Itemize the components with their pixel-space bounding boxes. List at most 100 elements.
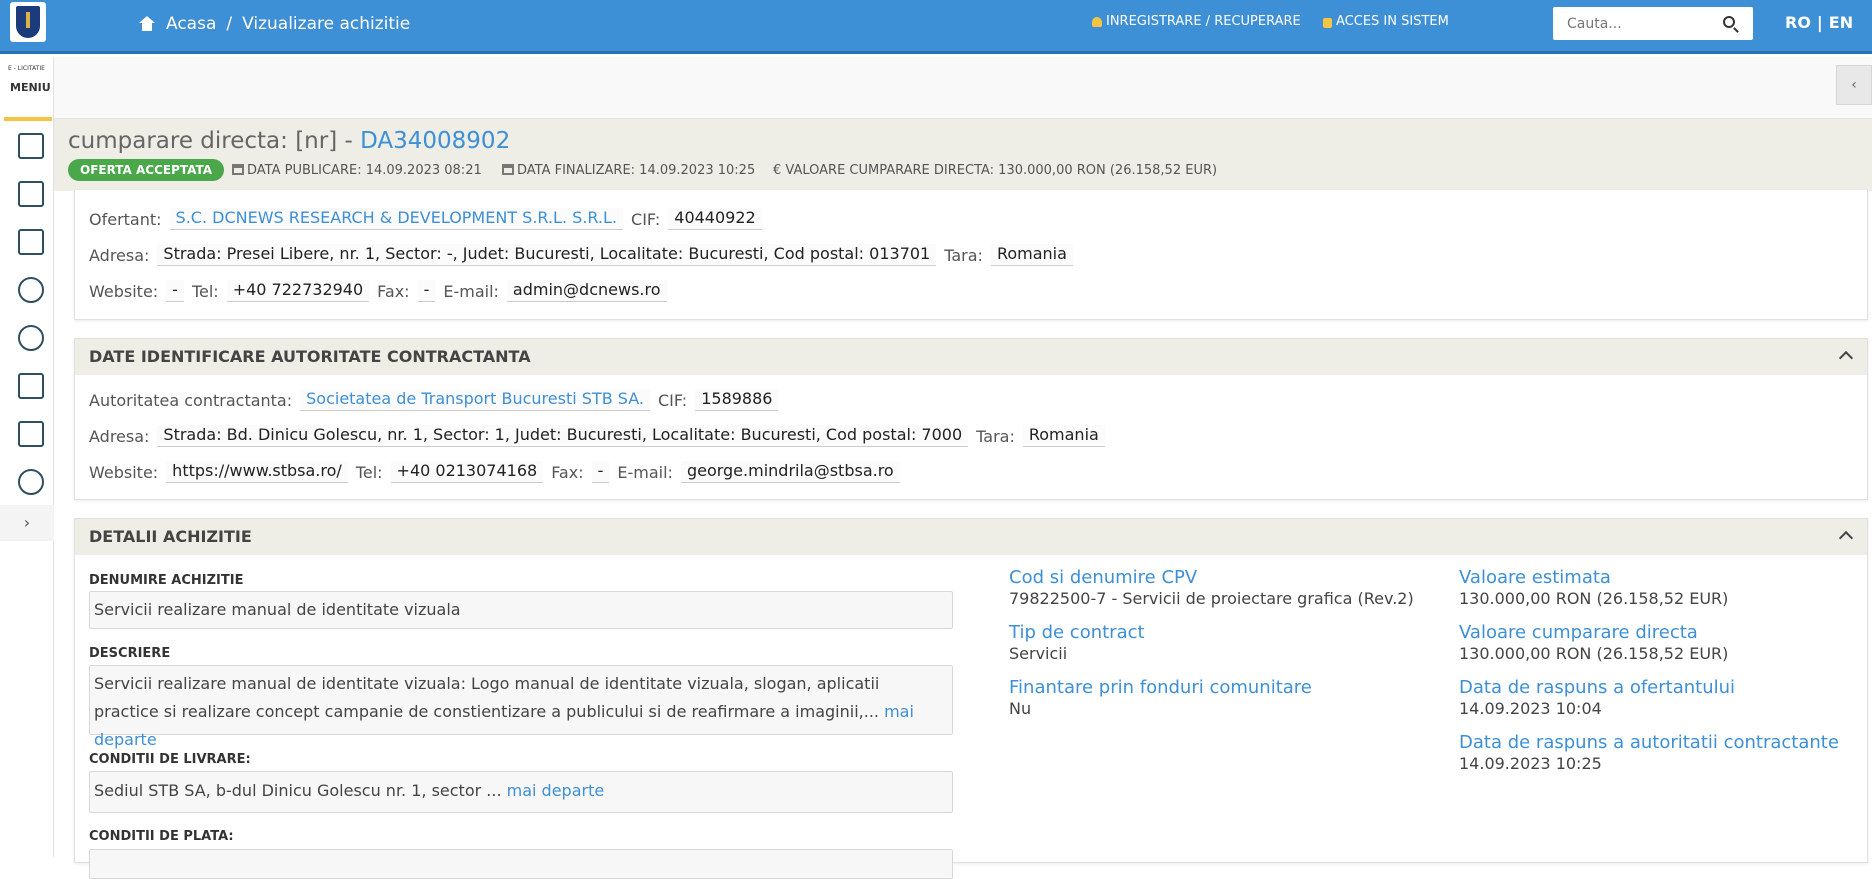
sidebar-brand: E - LICITATIE	[8, 65, 45, 72]
bidder-address: Strada: Presei Libere, nr. 1, Sector: -,…	[157, 244, 937, 266]
authority-panel: DATE IDENTIFICARE AUTORITATE CONTRACTANT…	[74, 338, 1868, 500]
contract-type-value: Servicii	[1009, 644, 1068, 663]
bidder-reply-value: 14.09.2023 10:04	[1459, 699, 1602, 718]
chat-icon[interactable]	[18, 469, 44, 495]
sidebar-expand-button[interactable]: ›	[0, 505, 54, 541]
breadcrumb-home[interactable]: Acasa	[166, 14, 216, 34]
eu-funds-value: Nu	[1009, 699, 1032, 718]
login-link-label[interactable]: ACCES IN SISTEM	[1336, 14, 1449, 29]
toolbar-strip: ‹	[54, 57, 1872, 119]
bidder-address-label: Adresa:	[89, 245, 150, 265]
authority-address: Strada: Bd. Dinicu Golescu, nr. 1, Secto…	[157, 425, 969, 447]
delivery-label: CONDITII DE LIVRARE:	[89, 752, 251, 767]
authority-name-link[interactable]: Societatea de Transport Bucuresti STB SA…	[300, 389, 650, 411]
bidder-reply-label: Data de raspuns a ofertantului	[1459, 677, 1736, 698]
list-export-icon[interactable]	[18, 181, 44, 207]
authority-tel-label: Tel:	[355, 462, 383, 482]
direct-value-label: Valoare cumparare directa	[1459, 622, 1698, 643]
user-icon	[1092, 16, 1102, 27]
site-logo[interactable]	[10, 2, 46, 42]
bidder-website: -	[166, 280, 184, 302]
register-link[interactable]: INREGISTRARE / RECUPERARE	[1092, 14, 1301, 29]
search-box	[1553, 7, 1753, 40]
procurement-code[interactable]: DA34008902	[360, 128, 510, 154]
delivery-field: Sediul STB SA, b-dul Dinicu Golescu nr. …	[89, 771, 953, 813]
bidder-country: Romania	[990, 244, 1073, 266]
users-icon[interactable]	[18, 325, 44, 351]
payment-field	[89, 849, 953, 879]
status-badge: OFERTA ACCEPTATA	[68, 159, 225, 181]
name-field: Servicii realizare manual de identitate …	[89, 591, 953, 629]
finalize-date-text: DATA FINALIZARE: 14.09.2023 10:25	[517, 163, 756, 178]
calendar-icon	[502, 164, 514, 175]
authority-contact-row: Website: https://www.stbsa.ro/ Tel: +40 …	[89, 461, 900, 483]
lang-ro[interactable]: RO	[1785, 13, 1811, 32]
lang-separator: |	[1816, 13, 1823, 32]
breadcrumb-separator: /	[226, 14, 233, 34]
authority-panel-header[interactable]: DATE IDENTIFICARE AUTORITATE CONTRACTANT…	[75, 339, 1867, 375]
name-label: DENUMIRE ACHIZITIE	[89, 573, 244, 588]
collapse-panel-button[interactable]: ‹	[1836, 65, 1872, 105]
search-input[interactable]	[1553, 7, 1713, 40]
details-heading: DETALII ACHIZITIE	[89, 527, 252, 546]
top-navbar: Acasa / Vizualizare achizitie INREGISTRA…	[0, 0, 1872, 54]
register-link-label[interactable]: INREGISTRARE / RECUPERARE	[1106, 14, 1301, 29]
login-link[interactable]: ACCES IN SISTEM	[1323, 14, 1449, 29]
estimated-value-label: Valoare estimata	[1459, 567, 1611, 588]
authority-label: Autoritatea contractanta:	[89, 390, 293, 410]
clipboard-check-icon[interactable]	[18, 229, 44, 255]
finalize-date: DATA FINALIZARE: 14.09.2023 10:25	[502, 163, 755, 178]
authority-country-label: Tara:	[976, 426, 1015, 446]
payment-label: CONDITII DE PLATA:	[89, 829, 234, 844]
calendar-icon	[232, 164, 244, 175]
chevron-up-icon[interactable]	[1838, 350, 1854, 366]
authority-tel: +40 0213074168	[390, 461, 544, 483]
bidder-fax-label: Fax:	[377, 281, 410, 301]
shield-icon	[16, 6, 40, 38]
delivery-text: Sediul STB SA, b-dul Dinicu Golescu nr. …	[94, 781, 507, 800]
publish-date: DATA PUBLICARE: 14.09.2023 08:21	[232, 163, 482, 178]
authority-email-label: E-mail:	[617, 462, 673, 482]
authority-email: george.mindrila@stbsa.ro	[680, 461, 900, 483]
bidder-tel-label: Tel:	[191, 281, 219, 301]
bidder-contact-row: Website: - Tel: +40 722732940 Fax: - E-m…	[89, 280, 667, 302]
home-icon[interactable]	[138, 16, 156, 32]
authority-website: https://www.stbsa.ro/	[166, 461, 348, 483]
eu-funds-label: Finantare prin fonduri comunitare	[1009, 677, 1312, 698]
lock-icon	[1323, 17, 1332, 28]
bidder-row: Ofertant: S.C. DCNEWS RESEARCH & DEVELOP…	[89, 208, 762, 230]
estimated-value: 130.000,00 RON (26.158,52 EUR)	[1459, 589, 1729, 608]
authority-cif: 1589886	[695, 389, 779, 411]
cpv-value: 79822500-7 - Servicii de proiectare graf…	[1009, 589, 1414, 608]
description-field: Servicii realizare manual de identitate …	[89, 665, 953, 749]
search-icon[interactable]	[1723, 16, 1735, 28]
cpv-label: Cod si denumire CPV	[1009, 567, 1198, 588]
bidder-panel: Ofertant: S.C. DCNEWS RESEARCH & DEVELOP…	[74, 190, 1868, 320]
help-icon[interactable]	[18, 277, 44, 303]
catalog-icon[interactable]	[18, 421, 44, 447]
id-card-icon[interactable]	[18, 373, 44, 399]
details-panel-header[interactable]: DETALII ACHIZITIE	[75, 519, 1867, 555]
document-icon[interactable]	[18, 133, 44, 159]
authority-address-label: Adresa:	[89, 426, 150, 446]
authority-reply-value: 14.09.2023 10:25	[1459, 754, 1602, 773]
bidder-cif: 40440922	[668, 208, 762, 230]
bidder-address-row: Adresa: Strada: Presei Libere, nr. 1, Se…	[89, 244, 1073, 266]
bidder-email-label: E-mail:	[443, 281, 499, 301]
lang-en[interactable]: EN	[1829, 13, 1853, 32]
authority-reply-label: Data de raspuns a autoritatii contractan…	[1459, 732, 1839, 753]
bidder-fax: -	[417, 280, 436, 302]
chevron-up-icon[interactable]	[1838, 530, 1854, 546]
sidebar-menu-label[interactable]: MENIU	[10, 81, 51, 94]
sidebar-active-indicator	[4, 117, 52, 121]
bidder-name-link[interactable]: S.C. DCNEWS RESEARCH & DEVELOPMENT S.R.L…	[169, 208, 624, 230]
authority-website-label: Website:	[89, 462, 159, 482]
authority-address-row: Adresa: Strada: Bd. Dinicu Golescu, nr. …	[89, 425, 1105, 447]
authority-row: Autoritatea contractanta: Societatea de …	[89, 389, 779, 411]
delivery-more-link[interactable]: mai departe	[507, 781, 605, 800]
authority-heading: DATE IDENTIFICARE AUTORITATE CONTRACTANT…	[89, 347, 531, 366]
publish-date-text: DATA PUBLICARE: 14.09.2023 08:21	[247, 163, 482, 178]
page-title: cumparare directa: [nr] - DA34008902	[68, 128, 510, 154]
language-switch: RO | EN	[1785, 13, 1853, 32]
bidder-cif-label: CIF:	[631, 209, 661, 229]
